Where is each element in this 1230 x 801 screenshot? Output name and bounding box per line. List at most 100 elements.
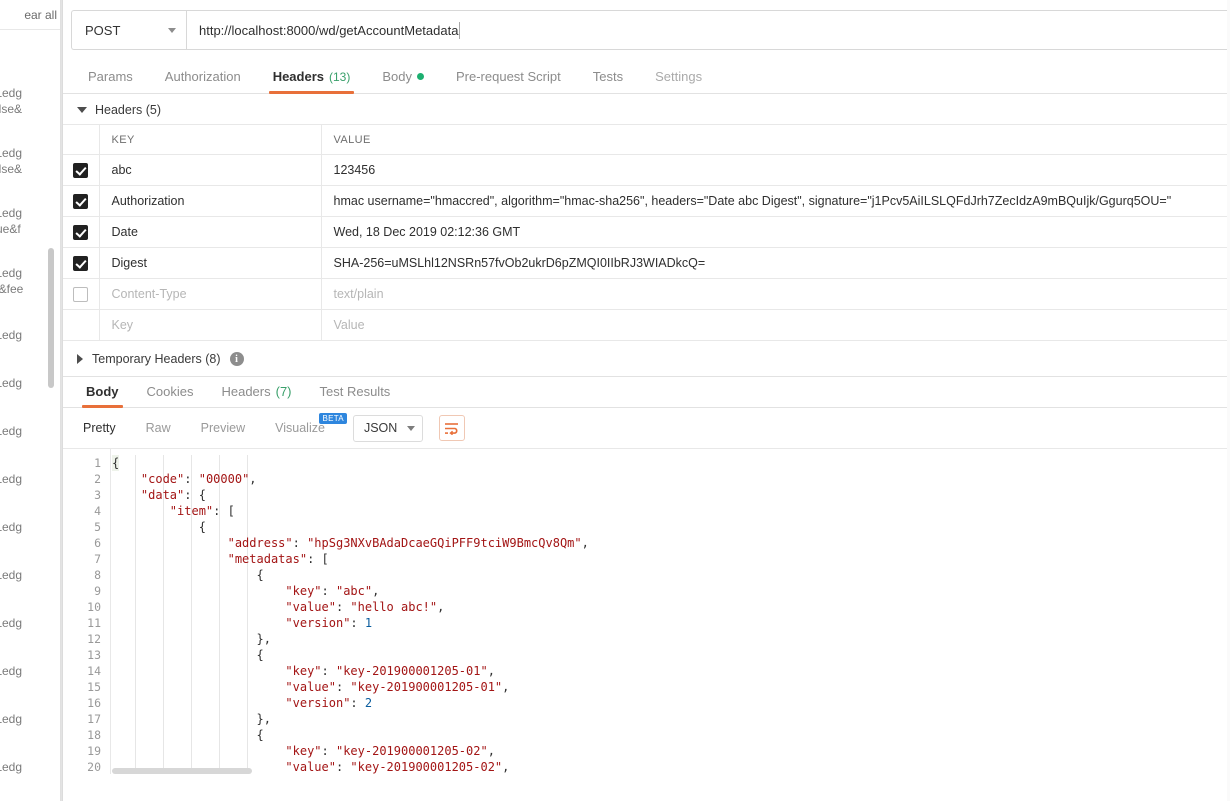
- row-checkbox-cell[interactable]: [63, 247, 100, 279]
- response-format-select[interactable]: JSON: [352, 414, 423, 442]
- row-checkbox[interactable]: [73, 286, 89, 302]
- row-checkbox-cell[interactable]: [63, 154, 100, 186]
- row-key[interactable]: Content-Type: [99, 278, 322, 310]
- history-item[interactable]: tLedg rue&f: [0, 206, 61, 236]
- table-row[interactable]: Content-Type text/plain: [63, 278, 1230, 310]
- history-item[interactable]: tLedg: [0, 614, 61, 632]
- row-value[interactable]: text/plain: [321, 278, 1230, 310]
- history-item[interactable]: tLedg alse&: [0, 146, 61, 176]
- history-item-line1: tLedg: [0, 760, 23, 774]
- line-number: 10: [87, 600, 101, 614]
- view-mode-visualize[interactable]: Visualize BETA: [263, 413, 347, 440]
- row-key[interactable]: abc: [99, 154, 322, 186]
- clear-all-button[interactable]: ear all: [24, 8, 57, 22]
- line-number: 20: [87, 760, 101, 774]
- code-line: "key": "abc",: [285, 584, 380, 598]
- tab-body[interactable]: Body: [366, 69, 440, 93]
- row-value[interactable]: 123456: [321, 154, 1230, 186]
- row-checkbox[interactable]: [73, 193, 89, 209]
- tab-pre-request-script[interactable]: Pre-request Script: [440, 69, 577, 93]
- response-tab-headers[interactable]: Headers (7): [207, 384, 305, 407]
- response-tab-test-results[interactable]: Test Results: [306, 384, 405, 407]
- view-mode-pretty-label: Pretty: [83, 421, 116, 435]
- code-line: "address": "hpSg3NXvBAdaDcaeGQiPFF9tciW9…: [227, 536, 589, 550]
- history-item[interactable]: tLedg: [0, 518, 61, 536]
- table-row[interactable]: Digest SHA-256=uMSLhl12NSRn57fvOb2ukrD6p…: [63, 247, 1230, 279]
- th-checkbox: [63, 124, 100, 155]
- row-checkbox-cell[interactable]: [63, 216, 100, 248]
- code-line: {: [112, 520, 206, 534]
- view-mode-raw[interactable]: Raw: [134, 416, 183, 440]
- view-mode-preview[interactable]: Preview: [189, 416, 257, 440]
- tab-tests-label: Tests: [592, 69, 624, 84]
- tab-authorization[interactable]: Authorization: [149, 69, 257, 93]
- row-value[interactable]: Wed, 18 Dec 2019 02:12:36 GMT: [321, 216, 1230, 248]
- code-line: "version": 2: [285, 696, 373, 710]
- row-checkbox[interactable]: [73, 255, 89, 271]
- history-item[interactable]: tLedg: [0, 566, 61, 584]
- table-row[interactable]: Date Wed, 18 Dec 2019 02:12:36 GMT: [63, 216, 1230, 248]
- response-tab-body[interactable]: Body: [72, 384, 133, 408]
- sidebar-scrollbar[interactable]: [48, 248, 54, 388]
- row-value[interactable]: hmac username="hmaccred", algorithm="hma…: [321, 185, 1230, 217]
- code-line: "value": "key-201900001205-01",: [285, 680, 510, 694]
- row-checkbox-cell[interactable]: [63, 278, 100, 310]
- response-tab-cookies[interactable]: Cookies: [133, 384, 208, 407]
- row-key[interactable]: Digest: [99, 247, 322, 279]
- tab-params[interactable]: Params: [72, 69, 149, 93]
- tab-headers[interactable]: Headers (13): [257, 69, 367, 94]
- row-value[interactable]: SHA-256=uMSLhl12NSRn57fvOb2ukrD6pZMQI0II…: [321, 247, 1230, 279]
- tab-headers-count: (13): [329, 70, 351, 84]
- url-input-value: http://localhost:8000/wd/getAccountMetad…: [199, 22, 459, 38]
- history-item-line2: alse&: [0, 102, 23, 116]
- history-item[interactable]: tLedg: [0, 422, 61, 440]
- headers-section-title: Headers (5): [95, 103, 161, 117]
- history-item[interactable]: tLedg: [0, 758, 61, 776]
- row-key[interactable]: Authorization: [99, 185, 322, 217]
- code-line: "item": [: [169, 504, 235, 518]
- table-row[interactable]: Authorization hmac username="hmaccred", …: [63, 185, 1230, 217]
- row-checkbox[interactable]: [73, 224, 89, 240]
- history-item-line1: tLedg: [0, 206, 23, 220]
- history-item[interactable]: tLedg alse&: [0, 86, 61, 116]
- history-item-label: e: [0, 39, 61, 55]
- row-key[interactable]: Date: [99, 216, 322, 248]
- line-number: 11: [87, 616, 101, 630]
- http-method-select[interactable]: POST: [71, 10, 186, 50]
- table-row-new[interactable]: Key Value: [63, 309, 1230, 341]
- row-checkbox-cell[interactable]: [63, 185, 100, 217]
- view-mode-pretty[interactable]: Pretty: [71, 416, 128, 440]
- history-item[interactable]: e: [0, 36, 61, 58]
- code-horizontal-scrollbar[interactable]: [112, 768, 252, 774]
- info-icon[interactable]: i: [229, 352, 244, 366]
- new-row-key-input[interactable]: Key: [99, 309, 322, 341]
- row-checkbox[interactable]: [73, 162, 89, 178]
- postman-window: ear all e tLedg alse& tLedg alse& tLedg …: [0, 0, 1230, 801]
- response-body-code[interactable]: 1 2 3 4 5 6 7 8 9 10 11 12 13 14 15 16 17 18 19 20 { "code"…: [63, 448, 1230, 774]
- table-row[interactable]: abc 123456: [63, 154, 1230, 186]
- headers-section-toggle[interactable]: Headers (5): [63, 96, 1230, 124]
- response-toolbar: Pretty Raw Preview Visualize BETA JSON: [63, 408, 1230, 448]
- history-item[interactable]: tLedg: [0, 470, 61, 488]
- tab-headers-label: Headers: [272, 69, 324, 84]
- code-line: "value": "hello abc!",: [285, 600, 445, 614]
- url-input[interactable]: http://localhost:8000/wd/getAccountMetad…: [186, 10, 1230, 50]
- code-line: {: [112, 728, 264, 742]
- tab-settings[interactable]: Settings: [639, 69, 718, 93]
- history-item[interactable]: tLedg: [0, 710, 61, 728]
- line-number: 17: [87, 712, 101, 726]
- th-key: KEY: [99, 124, 322, 155]
- wrap-lines-icon[interactable]: [438, 415, 465, 441]
- history-item[interactable]: tLedg: [0, 662, 61, 680]
- history-item-line1: tLedg: [0, 520, 23, 534]
- line-number: 15: [87, 680, 101, 694]
- temporary-headers-toggle[interactable]: Temporary Headers (8) i: [63, 342, 1230, 377]
- code-line: },: [112, 632, 271, 646]
- sidebar-header: ear all: [0, 0, 61, 30]
- line-number: 3: [94, 488, 101, 502]
- code-line: "value": "key-201900001205-02",: [285, 760, 510, 774]
- new-row-value-input[interactable]: Value: [321, 309, 1230, 341]
- tab-tests[interactable]: Tests: [577, 69, 639, 93]
- code-content[interactable]: { "code": "00000", "data": { "item": [ {…: [112, 449, 1230, 774]
- request-response-pane: POST http://localhost:8000/wd/getAccount…: [62, 0, 1230, 801]
